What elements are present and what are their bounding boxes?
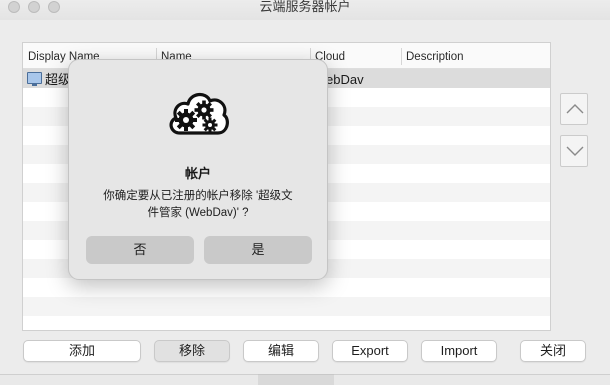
move-up-button[interactable]: [560, 93, 588, 125]
edit-button[interactable]: 编辑: [243, 340, 319, 362]
table-row[interactable]: [23, 297, 550, 316]
background-window-edge: [258, 374, 334, 385]
close-button[interactable]: 关闭: [520, 340, 586, 362]
monitor-icon: [27, 72, 42, 86]
remove-button[interactable]: 移除: [154, 340, 230, 362]
title-bar: 云端服务器帐户: [0, 0, 610, 20]
export-button[interactable]: Export: [332, 340, 408, 362]
window-title: 云端服务器帐户: [259, 0, 351, 14]
add-button[interactable]: 添加: [23, 340, 141, 362]
confirm-remove-dialog: 帐户 你确定要从已注册的帐户移除 '超级文件管家 (WebDav)' ? 否 是: [68, 59, 328, 280]
dialog-title: 帐户: [184, 166, 211, 181]
import-button[interactable]: Import: [421, 340, 497, 362]
dialog-yes-button[interactable]: 是: [204, 236, 312, 264]
table-row[interactable]: [23, 316, 550, 330]
dialog-message: 你确定要从已注册的帐户移除 '超级文件管家 (WebDav)' ?: [103, 190, 293, 219]
cloud-gears-icon: [169, 93, 229, 135]
column-header-description[interactable]: Description: [401, 43, 550, 69]
chevron-up-icon: [566, 104, 584, 114]
move-down-button[interactable]: [560, 135, 588, 167]
chevron-down-icon: [566, 146, 584, 156]
table-row[interactable]: [23, 278, 550, 297]
dialog-no-button[interactable]: 否: [86, 236, 194, 264]
